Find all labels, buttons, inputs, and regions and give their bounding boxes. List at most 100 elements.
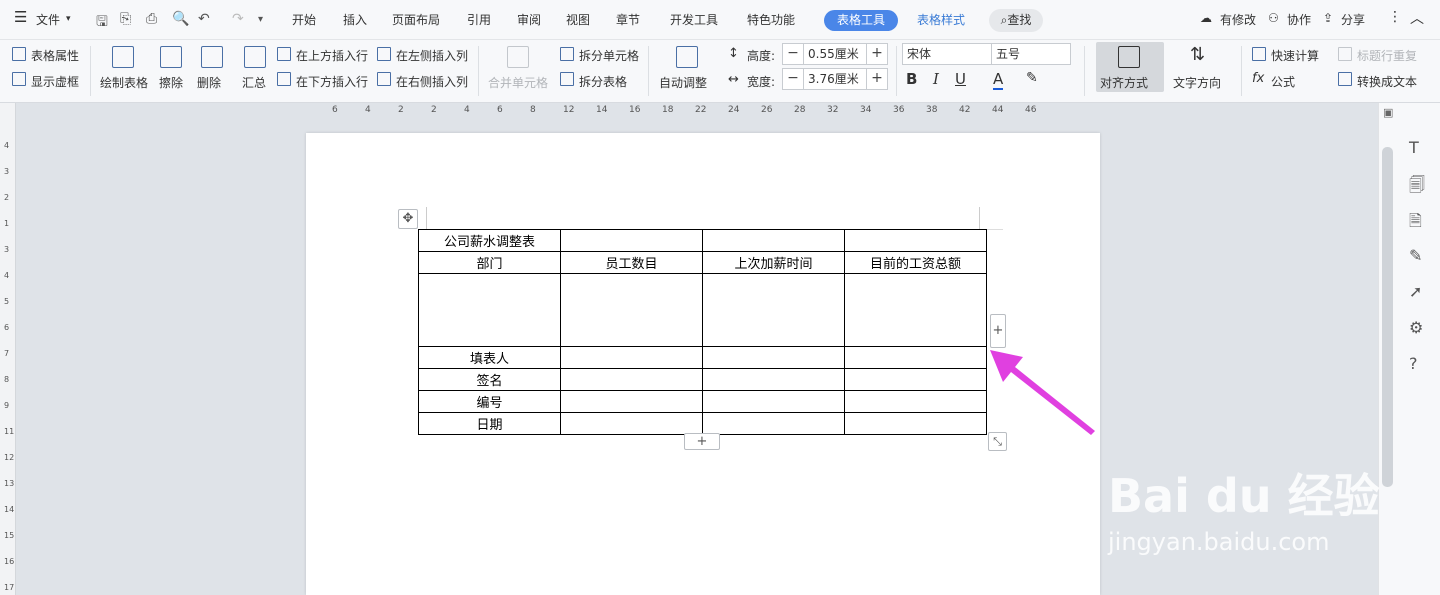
- table-cell[interactable]: 日期: [418, 412, 561, 435]
- table-cell[interactable]: [560, 229, 703, 252]
- repeat-header-button[interactable]: 标题行重复: [1357, 47, 1417, 64]
- save-icon[interactable]: 🖫: [96, 11, 108, 35]
- table-cell[interactable]: [560, 346, 703, 369]
- font-color-icon[interactable]: A: [993, 70, 1004, 90]
- doc-format-icon[interactable]: 🗐: [1409, 174, 1425, 201]
- export-icon[interactable]: ⎘: [120, 11, 131, 27]
- help-icon[interactable]: ?: [1409, 354, 1418, 373]
- convert-to-text-button[interactable]: 转换成文本: [1357, 73, 1417, 90]
- auto-fit-button[interactable]: 自动调整: [659, 74, 707, 91]
- vertical-scrollbar[interactable]: [1382, 147, 1393, 487]
- width-increase-button[interactable]: +: [866, 68, 888, 90]
- table-cell[interactable]: 部门: [418, 251, 561, 274]
- table-cell[interactable]: 员工数目: [560, 251, 703, 274]
- tab-page-layout[interactable]: 页面布局: [392, 11, 440, 28]
- table-cell[interactable]: [844, 346, 987, 369]
- table-cell[interactable]: 签名: [418, 368, 561, 391]
- table-cell[interactable]: 目前的工资总额: [844, 251, 987, 274]
- font-select[interactable]: 宋体: [902, 43, 992, 65]
- table-move-handle-icon[interactable]: ✥: [398, 209, 418, 229]
- tab-review[interactable]: 审阅: [517, 11, 541, 28]
- width-input[interactable]: 3.76厘米: [803, 68, 867, 90]
- height-increase-button[interactable]: +: [866, 43, 888, 65]
- doc-settings-icon[interactable]: 🗎: [1409, 210, 1422, 237]
- tab-special[interactable]: 特色功能: [747, 11, 795, 28]
- table-cell[interactable]: [844, 368, 987, 391]
- horizontal-ruler[interactable]: 6 4 2 2 4 6 8 12 14 16 18 22 24 26 28 32 34 36 38 42 44 46: [310, 103, 1100, 120]
- collab-button[interactable]: 协作: [1287, 11, 1311, 28]
- add-row-button[interactable]: +: [684, 433, 720, 450]
- delete-button[interactable]: 删除: [197, 74, 221, 91]
- insert-row-above-button[interactable]: 在上方插入行: [296, 47, 368, 64]
- insert-col-right-button[interactable]: 在右侧插入列: [396, 73, 468, 90]
- tab-view[interactable]: 视图: [566, 11, 590, 28]
- file-menu[interactable]: 文件: [36, 11, 60, 28]
- table-cell[interactable]: [418, 273, 561, 347]
- font-size-select[interactable]: 五号: [991, 43, 1071, 65]
- collapse-ribbon-icon[interactable]: ︿: [1410, 8, 1424, 28]
- table-cell[interactable]: [702, 390, 845, 413]
- split-table-button[interactable]: 拆分表格: [579, 73, 627, 90]
- width-decrease-button[interactable]: −: [782, 68, 804, 90]
- print-preview-icon[interactable]: 🔍: [172, 11, 189, 27]
- height-decrease-button[interactable]: −: [782, 43, 804, 65]
- italic-icon[interactable]: I: [933, 70, 939, 88]
- redo-icon[interactable]: ↷: [232, 11, 244, 27]
- search-button[interactable]: ⌕查找: [989, 9, 1043, 32]
- draw-table-button[interactable]: 绘制表格: [100, 74, 148, 91]
- customize-icon[interactable]: ▾: [258, 14, 263, 25]
- table-cell[interactable]: [702, 412, 845, 435]
- tab-table-tools[interactable]: 表格工具: [824, 10, 898, 31]
- select-cursor-icon[interactable]: ➚: [1409, 282, 1422, 301]
- align-button[interactable]: 对齐方式: [1100, 74, 1148, 91]
- merge-cells-button[interactable]: 合并单元格: [488, 74, 548, 91]
- chevron-down-icon[interactable]: ▾: [66, 14, 71, 24]
- scroll-top-icon[interactable]: ▣: [1383, 106, 1393, 119]
- table-cell[interactable]: [560, 390, 703, 413]
- tab-developer[interactable]: 开发工具: [670, 11, 718, 28]
- show-grid-button[interactable]: 显示虚框: [31, 73, 79, 90]
- bold-icon[interactable]: B: [906, 70, 917, 88]
- undo-icon[interactable]: ↶: [198, 11, 210, 27]
- add-column-button[interactable]: +: [990, 314, 1006, 348]
- table-cell[interactable]: [560, 273, 703, 347]
- modified-status[interactable]: 有修改: [1220, 11, 1256, 28]
- tab-chapter[interactable]: 章节: [616, 11, 640, 28]
- vertical-ruler[interactable]: 4 3 2 1 3 4 5 6 7 8 9 11 12 13 14 15 16 17: [0, 103, 16, 595]
- sliders-icon[interactable]: ⚙: [1409, 318, 1423, 337]
- more-icon[interactable]: ⋮: [1388, 9, 1402, 25]
- table-cell[interactable]: 公司薪水调整表: [418, 229, 561, 252]
- tab-home[interactable]: 开始: [292, 11, 316, 28]
- table-cell[interactable]: 填表人: [418, 346, 561, 369]
- table-cell[interactable]: [702, 346, 845, 369]
- tab-insert[interactable]: 插入: [343, 11, 367, 28]
- table-cell[interactable]: [702, 368, 845, 391]
- height-input[interactable]: 0.55厘米: [803, 43, 867, 65]
- quick-calc-button[interactable]: 快速计算: [1271, 47, 1319, 64]
- table-cell[interactable]: 上次加薪时间: [702, 251, 845, 274]
- table-cell[interactable]: [844, 412, 987, 435]
- text-style-icon[interactable]: T: [1409, 138, 1419, 157]
- erase-button[interactable]: 擦除: [159, 74, 183, 91]
- tab-references[interactable]: 引用: [467, 11, 491, 28]
- table-cell[interactable]: [560, 412, 703, 435]
- table-cell[interactable]: 编号: [418, 390, 561, 413]
- text-direction-button[interactable]: 文字方向: [1173, 74, 1221, 91]
- summary-button[interactable]: 汇总: [242, 74, 266, 91]
- print-icon[interactable]: ⎙: [146, 11, 157, 27]
- insert-col-left-button[interactable]: 在左侧插入列: [396, 47, 468, 64]
- formula-button[interactable]: 公式: [1271, 73, 1295, 90]
- highlight-icon[interactable]: ✎: [1026, 70, 1038, 86]
- hamburger-icon[interactable]: ☰: [14, 8, 27, 26]
- table-cell[interactable]: [844, 390, 987, 413]
- insert-row-below-button[interactable]: 在下方插入行: [296, 73, 368, 90]
- table-cell[interactable]: [702, 273, 845, 347]
- table-cell[interactable]: [844, 273, 987, 347]
- split-cell-button[interactable]: 拆分单元格: [579, 47, 639, 64]
- tab-table-style[interactable]: 表格样式: [917, 11, 965, 28]
- table-properties-button[interactable]: 表格属性: [31, 47, 79, 64]
- share-button[interactable]: 分享: [1341, 11, 1365, 28]
- underline-icon[interactable]: U: [955, 70, 966, 88]
- table-cell[interactable]: [560, 368, 703, 391]
- table-cell[interactable]: [702, 229, 845, 252]
